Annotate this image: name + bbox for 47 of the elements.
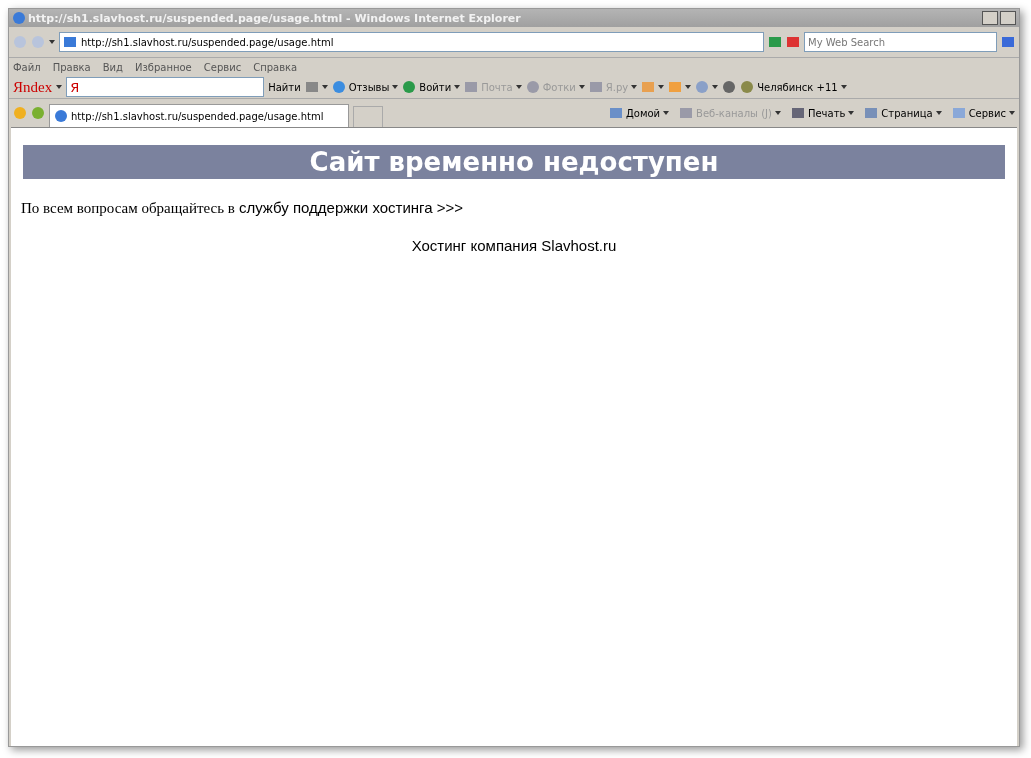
- support-link[interactable]: службу поддержки хостинга >>>: [238, 199, 464, 216]
- search-field[interactable]: My Web Search: [804, 32, 997, 52]
- yandex-logo: Яndex: [13, 78, 53, 96]
- page-heading: Сайт временно недоступен: [23, 145, 1005, 179]
- command-button[interactable]: Домой: [609, 106, 670, 120]
- menu-item[interactable]: Сервис: [203, 61, 242, 73]
- yandex-search-field[interactable]: Я: [66, 77, 265, 97]
- caret-icon: [935, 111, 942, 115]
- command-button[interactable]: Страница: [864, 106, 942, 120]
- address-field[interactable]: http://sh1.slavhost.ru/suspended.page/usage.html: [59, 32, 764, 52]
- command-button[interactable]: Печать: [790, 106, 855, 120]
- caret-icon: [392, 85, 399, 89]
- caret-icon: [712, 85, 719, 89]
- window-title: http://sh1.slavhost.ru/suspended.page/usage.html - Windows Internet Explorer: [28, 11, 522, 25]
- caret-icon: [848, 111, 855, 115]
- caret-icon: [454, 85, 461, 89]
- toolbar-button[interactable]: [668, 80, 692, 94]
- toolbar-button[interactable]: [304, 80, 328, 94]
- menu-item[interactable]: Файл: [13, 61, 41, 73]
- toolbar-button[interactable]: [695, 80, 719, 94]
- restore-button[interactable]: [1000, 11, 1016, 25]
- toolbar-button[interactable]: [641, 80, 665, 94]
- caret-icon: [658, 85, 665, 89]
- menu-item[interactable]: Избранное: [135, 61, 192, 73]
- search-button[interactable]: Найти: [268, 81, 301, 93]
- browser-tab[interactable]: http://sh1.slavhost.ru/suspended.page/usage.html: [49, 104, 349, 127]
- toolbar-button[interactable]: Войти: [402, 80, 461, 94]
- menu-item[interactable]: Справка: [253, 61, 298, 73]
- caret-icon: [774, 111, 781, 115]
- menu-item[interactable]: Правка: [52, 61, 91, 73]
- caret-icon: [663, 111, 670, 115]
- caret-icon: [631, 85, 638, 89]
- caret-icon: [840, 85, 847, 89]
- caret-icon: [578, 85, 585, 89]
- command-button[interactable]: Сервис: [951, 106, 1015, 120]
- caret-icon: [56, 85, 63, 89]
- caret-icon: [321, 85, 328, 89]
- footer-text: Хостинг компания Slavhost.ru: [410, 237, 618, 254]
- contact-text: По всем вопросам обращайтесь в: [21, 200, 235, 217]
- caret-icon: [1009, 111, 1015, 115]
- toolbar-button[interactable]: Челябинск +11: [740, 80, 847, 94]
- caret-icon: [49, 40, 55, 44]
- caret-icon: [685, 85, 692, 89]
- caret-icon: [515, 85, 522, 89]
- menu-item[interactable]: Вид: [102, 61, 123, 73]
- minimize-button[interactable]: [982, 11, 998, 25]
- toolbar-button[interactable]: Отзывы: [331, 80, 399, 94]
